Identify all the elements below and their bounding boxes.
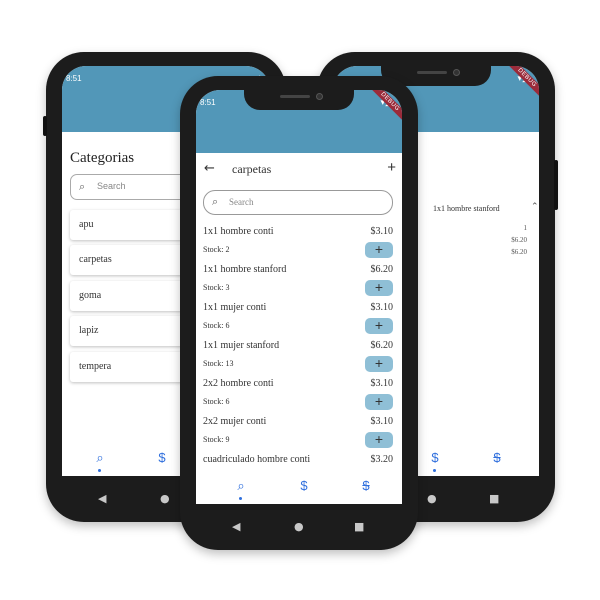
home-nav-icon[interactable]: ● (427, 492, 437, 505)
add-to-cart-button[interactable]: + (365, 242, 393, 258)
dollar-icon[interactable]: $ (152, 450, 172, 465)
search-icon: ⌕ (79, 180, 86, 193)
home-nav-icon[interactable]: ● (294, 520, 304, 533)
product-price: $3.10 (370, 226, 394, 237)
product-price: $6.20 (370, 264, 394, 275)
back-nav-icon[interactable]: ◀ (98, 492, 106, 505)
product-price: $3.10 (370, 302, 394, 313)
product-stock: Stock: 2 (203, 245, 230, 254)
screen-center: 8:51 ▾◢ DEBUG ← carpetas + ⌕ Search 1x1 … (196, 90, 402, 504)
status-time: 8:51 (200, 98, 216, 107)
add-to-cart-button[interactable]: + (365, 356, 393, 372)
page-title: Categorias (70, 150, 135, 166)
money-off-icon[interactable]: $ (356, 478, 376, 493)
search-input[interactable]: ⌕ Search (203, 190, 393, 215)
product-stock: Stock: 3 (203, 283, 230, 292)
product-stock: Stock: 6 (203, 321, 230, 330)
product-price: $3.20 (370, 454, 394, 465)
product-price: $6.20 (370, 340, 394, 351)
product-name: 1x1 hombre stanford (203, 264, 287, 275)
notch (244, 90, 354, 110)
add-product-button[interactable]: + (387, 159, 396, 176)
money-off-icon[interactable]: $ (487, 450, 507, 465)
product-name: 1x1 hombre stanford (433, 204, 500, 213)
search-icon: ⌕ (212, 195, 219, 208)
detail-value: $6.20 (511, 236, 527, 244)
product-name: 2x2 mujer conti (203, 416, 267, 427)
product-name: cuadriculado hombre conti (203, 454, 311, 465)
active-indicator (239, 497, 242, 500)
detail-value: 1 (523, 224, 528, 232)
product-row: 1x1 mujer conti $3.10 Stock: 6 + (203, 302, 393, 340)
toolbar: ← carpetas + (196, 153, 402, 187)
search-placeholder: Search (97, 181, 126, 191)
product-price: $3.10 (370, 416, 394, 427)
product-row: 2x2 hombre conti $3.10 Stock: 6 + (203, 378, 393, 416)
back-nav-icon[interactable]: ◀ (232, 520, 240, 533)
add-to-cart-button[interactable]: + (365, 394, 393, 410)
chevron-up-icon[interactable]: ⌃ (531, 202, 539, 212)
add-to-cart-button[interactable]: + (365, 318, 393, 334)
product-name: 1x1 hombre conti (203, 226, 274, 237)
recents-nav-icon[interactable]: ■ (489, 492, 499, 505)
home-nav-icon[interactable]: ● (160, 492, 170, 505)
bottom-nav: ⌕ $ $ (196, 470, 402, 504)
product-name: 2x2 hombre conti (203, 378, 274, 389)
status-time: 8:51 (66, 74, 82, 83)
product-stock: Stock: 9 (203, 435, 230, 444)
dollar-icon[interactable]: $ (425, 450, 445, 465)
product-price: $3.10 (370, 378, 394, 389)
search-icon[interactable]: ⌕ (90, 450, 110, 466)
recents-nav-icon[interactable]: ■ (354, 520, 364, 533)
product-row: 1x1 hombre stanford $6.20 Stock: 3 + (203, 264, 393, 302)
add-to-cart-button[interactable]: + (365, 280, 393, 296)
product-stock: Stock: 13 (203, 359, 234, 368)
phone-center: 8:51 ▾◢ DEBUG ← carpetas + ⌕ Search 1x1 … (180, 76, 418, 550)
product-row: 1x1 hombre conti $3.10 Stock: 2 + (203, 226, 393, 264)
dollar-icon[interactable]: $ (294, 478, 314, 493)
system-nav: ◀ ● ■ (180, 504, 418, 550)
arrow-back-icon[interactable]: ← (204, 161, 215, 176)
product-row: 1x1 mujer stanford $6.20 Stock: 13 + (203, 340, 393, 378)
detail-value: $6.20 (511, 248, 527, 256)
active-indicator (433, 469, 436, 472)
product-name: 1x1 mujer stanford (203, 340, 280, 351)
product-row: 2x2 mujer conti $3.10 Stock: 9 + (203, 416, 393, 454)
add-to-cart-button[interactable]: + (365, 432, 393, 448)
page-title: carpetas (232, 162, 272, 176)
search-icon[interactable]: ⌕ (231, 478, 251, 494)
search-placeholder: Search (229, 197, 254, 207)
side-button (43, 116, 47, 136)
active-indicator (98, 469, 101, 472)
product-name: 1x1 mujer conti (203, 302, 267, 313)
side-button (554, 160, 558, 210)
product-stock: Stock: 6 (203, 397, 230, 406)
